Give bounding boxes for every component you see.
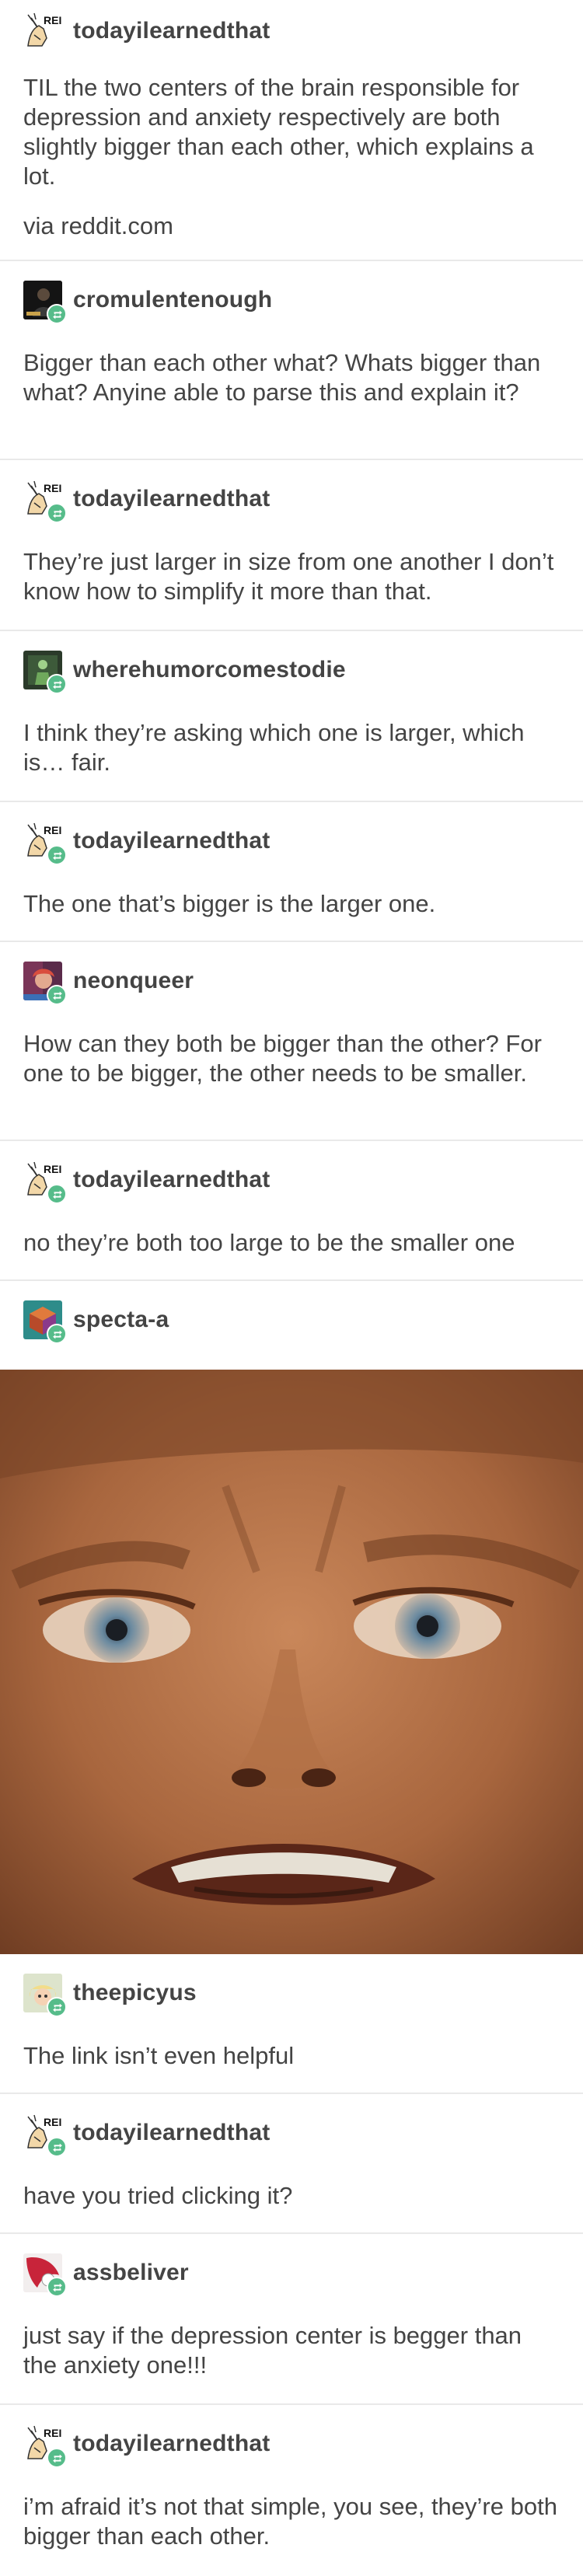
reblog-icon <box>47 2137 67 2157</box>
reblog-post: neonqueer How can they both be bigger th… <box>0 942 583 1141</box>
username[interactable]: cromulentenough <box>73 287 272 313</box>
reblog-icon <box>47 985 67 1005</box>
til-sketch-avatar <box>23 12 62 51</box>
post-body: The one that’s bigger is the larger one. <box>0 880 583 939</box>
reblog-icon <box>47 1324 67 1344</box>
reblog-thread: todayilearnedthat TIL the two centers of… <box>0 0 583 2576</box>
post-body: just say if the depression center is beg… <box>0 2312 583 2400</box>
post-text: TIL the two centers of the brain respons… <box>23 74 534 190</box>
post-header: specta-a <box>0 1281 583 1359</box>
reblog-post: todayilearnedthat The one that’s bigger … <box>0 802 583 942</box>
reblog-icon <box>47 1997 67 2017</box>
op-post: todayilearnedthat TIL the two centers of… <box>0 0 583 261</box>
reblog-post: wherehumorcomestodie I think they’re ask… <box>0 631 583 802</box>
post-body: They’re just larger in size from one ano… <box>0 538 583 627</box>
avatar[interactable] <box>23 2424 67 2468</box>
post-header: todayilearnedthat <box>0 460 583 538</box>
post-text: The link isn’t even helpful <box>23 2042 295 2069</box>
reblog-icon <box>47 503 67 523</box>
post-body: i’m afraid it’s not that simple, you see… <box>0 2483 583 2571</box>
reblog-post: todayilearnedthat i’m afraid it’s not th… <box>0 2405 583 2576</box>
reblog-post: theepicyus The link isn’t even helpful <box>0 1954 583 2094</box>
post-text: no they’re both too large to be the smal… <box>23 1229 515 1256</box>
reblog-post: todayilearnedthat have you tried clickin… <box>0 2094 583 2234</box>
post-body: How can they both be bigger than the oth… <box>0 1020 583 1108</box>
username[interactable]: theepicyus <box>73 1980 197 2006</box>
post-body: no they’re both too large to be the smal… <box>0 1219 583 1278</box>
confused-face-closeup <box>0 1370 583 1954</box>
avatar[interactable] <box>23 822 67 865</box>
avatar[interactable] <box>23 480 67 523</box>
username[interactable]: todayilearnedthat <box>73 486 270 512</box>
reblog-icon <box>47 674 67 694</box>
username[interactable]: todayilearnedthat <box>73 2431 270 2457</box>
avatar[interactable] <box>23 12 62 51</box>
avatar[interactable] <box>23 2253 67 2297</box>
username[interactable]: todayilearnedthat <box>73 2120 270 2146</box>
username[interactable]: specta-a <box>73 1307 169 1333</box>
post-header: cromulentenough <box>0 261 583 339</box>
post-text: How can they both be bigger than the oth… <box>23 1030 542 1087</box>
username[interactable]: neonqueer <box>73 968 194 994</box>
reblog-post: specta-a <box>0 1281 583 1954</box>
post-header: wherehumorcomestodie <box>0 631 583 709</box>
post-text: i’m afraid it’s not that simple, you see… <box>23 2493 557 2550</box>
post-header: todayilearnedthat <box>0 0 583 62</box>
username[interactable]: todayilearnedthat <box>73 1167 270 1193</box>
post-header: assbeliver <box>0 2234 583 2312</box>
post-header: neonqueer <box>0 942 583 1020</box>
post-body: I think they’re asking which one is larg… <box>0 709 583 798</box>
username[interactable]: wherehumorcomestodie <box>73 657 346 683</box>
reblog-icon <box>47 845 67 865</box>
post-header: theepicyus <box>0 1954 583 2032</box>
avatar[interactable] <box>23 1974 67 2017</box>
post-text: just say if the depression center is beg… <box>23 2322 522 2379</box>
avatar[interactable] <box>23 1161 67 1204</box>
avatar[interactable] <box>23 281 67 324</box>
avatar[interactable] <box>23 651 67 694</box>
username[interactable]: todayilearnedthat <box>73 18 270 44</box>
reblog-icon <box>47 1184 67 1204</box>
reblog-icon <box>47 2448 67 2468</box>
avatar[interactable] <box>23 1300 67 1344</box>
post-header: todayilearnedthat <box>0 2405 583 2483</box>
reblog-icon <box>47 2277 67 2297</box>
username[interactable]: todayilearnedthat <box>73 828 270 854</box>
post-body: Bigger than each other what? Whats bigge… <box>0 339 583 428</box>
post-body: have you tried clicking it? <box>0 2172 583 2231</box>
post-header: todayilearnedthat <box>0 802 583 880</box>
reblog-post: cromulentenough Bigger than each other w… <box>0 261 583 460</box>
source-link[interactable]: via reddit.com <box>23 211 560 241</box>
reblog-icon <box>47 304 67 324</box>
post-text: have you tried clicking it? <box>23 2182 293 2209</box>
avatar[interactable] <box>23 2114 67 2157</box>
reblog-post: todayilearnedthat no they’re both too la… <box>0 1141 583 1281</box>
post-body: The link isn’t even helpful <box>0 2032 583 2091</box>
post-header: todayilearnedthat <box>0 1141 583 1219</box>
post-text: They’re just larger in size from one ano… <box>23 548 554 605</box>
post-text: I think they’re asking which one is larg… <box>23 719 525 776</box>
post-text: Bigger than each other what? Whats bigge… <box>23 349 541 406</box>
post-body: TIL the two centers of the brain respons… <box>0 62 583 261</box>
post-header: todayilearnedthat <box>0 2094 583 2172</box>
reblog-post: assbeliver just say if the depression ce… <box>0 2234 583 2405</box>
username[interactable]: assbeliver <box>73 2260 189 2286</box>
avatar[interactable] <box>23 962 67 1005</box>
reblog-post: todayilearnedthat They’re just larger in… <box>0 460 583 631</box>
post-text: The one that’s bigger is the larger one. <box>23 890 436 917</box>
